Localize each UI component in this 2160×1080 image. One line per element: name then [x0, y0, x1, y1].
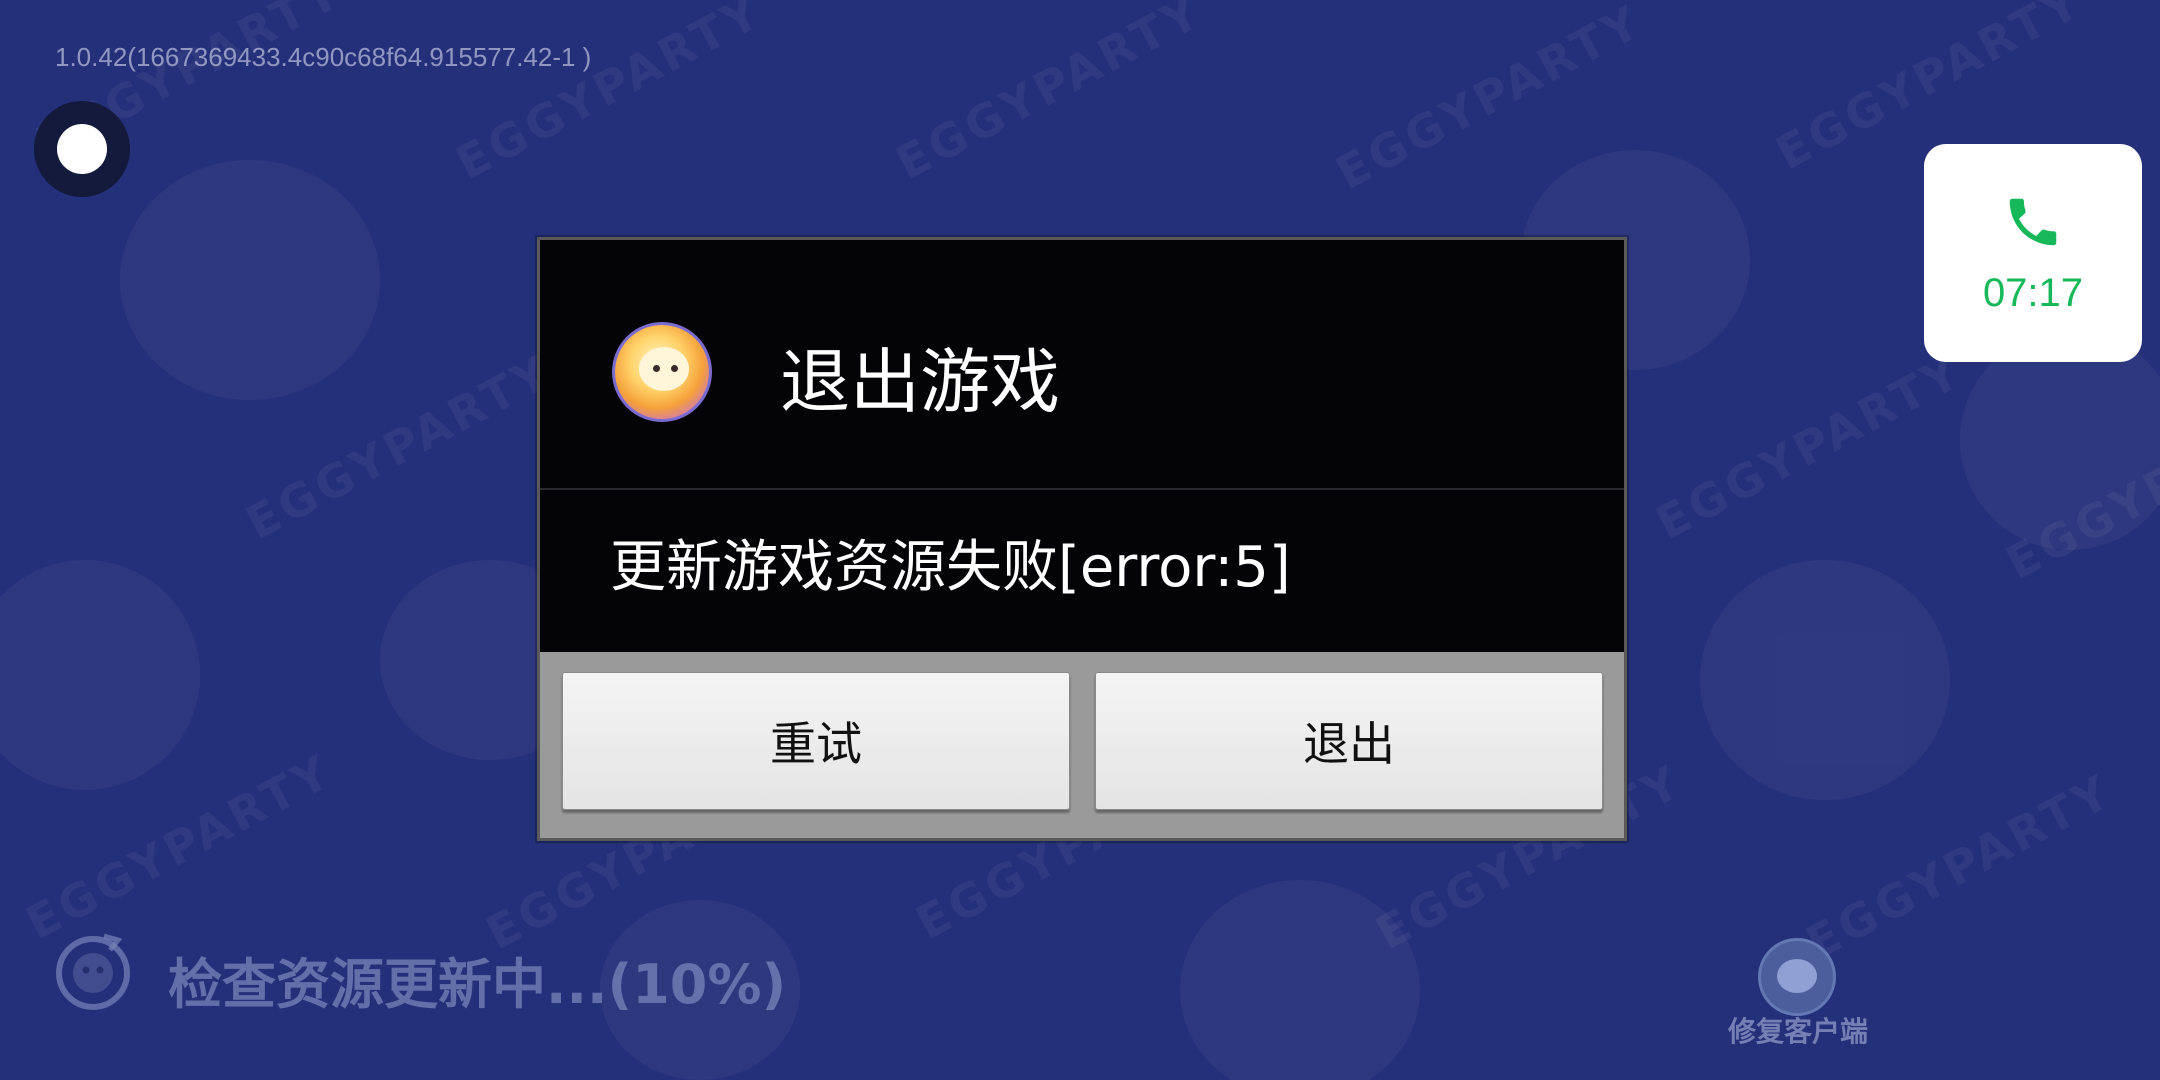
dialog-title: 退出游戏	[780, 341, 1060, 423]
repair-client-icon[interactable]	[1758, 938, 1836, 1016]
version-label: 1.0.42(1667369433.4c90c68f64.915577.42-1…	[55, 42, 592, 72]
retry-button[interactable]: 重试	[562, 672, 1070, 810]
call-duration: 07:17	[1982, 270, 2084, 315]
dialog-body: 更新游戏资源失败[error:5]	[540, 490, 1624, 652]
repair-client-label[interactable]: 修复客户端	[1728, 1010, 1868, 1050]
phone-icon	[2009, 198, 2057, 245]
error-message: 更新游戏资源失败[error:5]	[610, 535, 1291, 600]
exit-game-dialog: 退出游戏 更新游戏资源失败[error:5] 重试 退出	[537, 237, 1627, 841]
call-widget[interactable]: 07:17	[1924, 144, 2142, 362]
update-progress-text: 检查资源更新中...(10%)	[168, 953, 787, 1016]
loading-spinner-icon	[56, 933, 130, 1010]
floating-ball-dot	[57, 124, 107, 174]
game-app-icon	[612, 322, 712, 422]
dialog-header: 退出游戏	[540, 240, 1624, 490]
exit-button[interactable]: 退出	[1095, 672, 1603, 810]
game-screen: EGGYPARTY EGGYPARTY EGGYPARTY EGGYPARTY …	[0, 0, 2160, 1080]
floating-assistant-button[interactable]	[34, 101, 130, 197]
